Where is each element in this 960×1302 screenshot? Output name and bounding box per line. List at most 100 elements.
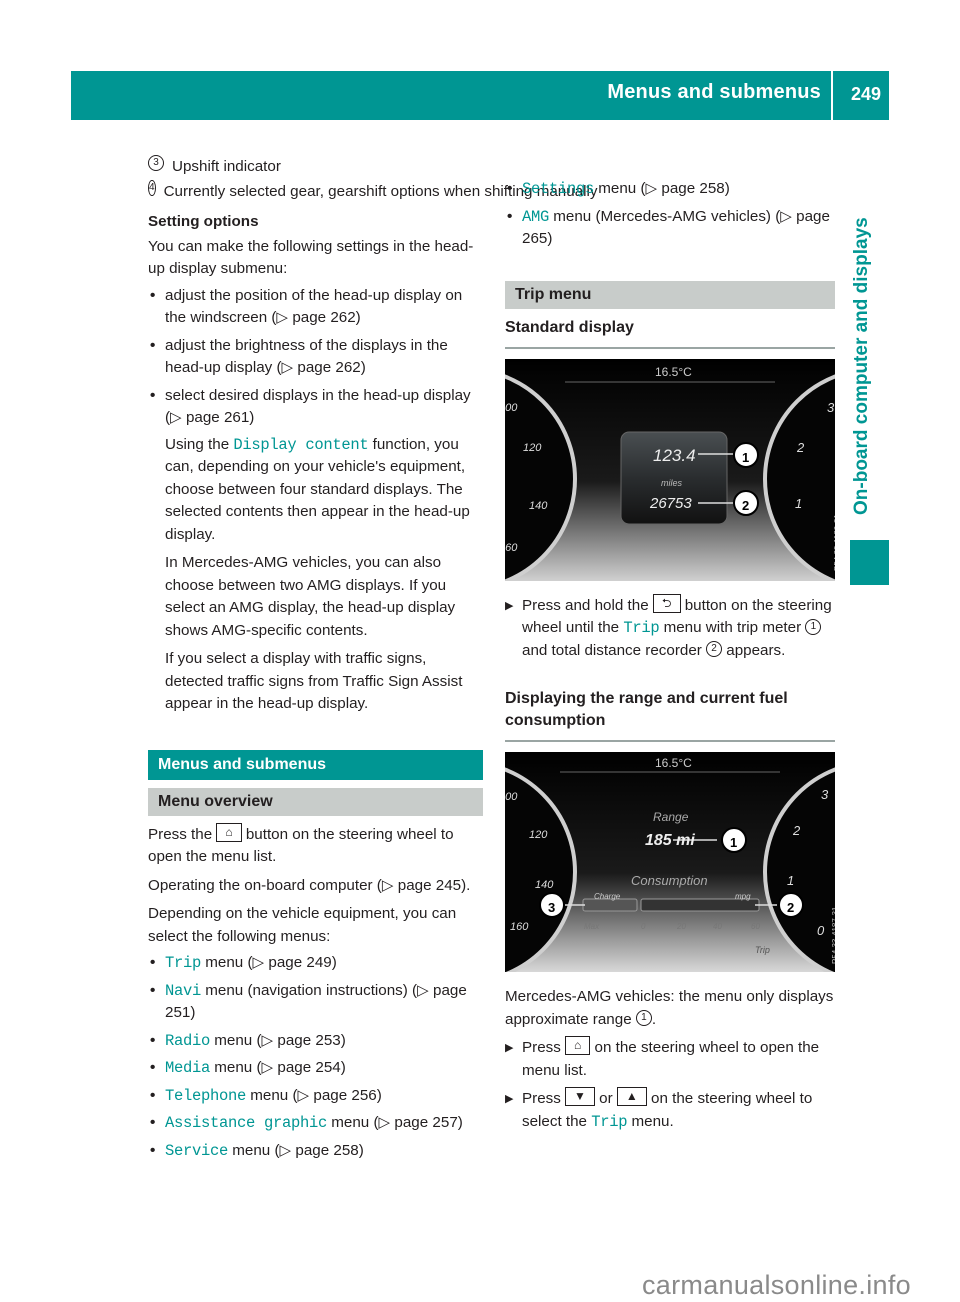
home-key-icon: ⌂ <box>216 822 242 842</box>
operating-link[interactable]: Operating the on-board computer (▷ page … <box>148 875 483 898</box>
callout-1-label: 1 <box>742 449 750 465</box>
side-tab-label: On-board computer and displays <box>851 217 872 515</box>
total-distance-value: 26753 <box>650 494 692 512</box>
callout-2-label: 2 <box>742 497 750 513</box>
text: or <box>594 1090 617 1107</box>
menu-name-radio[interactable]: Radio <box>165 1032 210 1050</box>
down-arrow-key-icon: ▼ <box>565 1087 595 1107</box>
step-press-back: Press and hold the ⮌ button on the steer… <box>505 593 835 663</box>
text: menu with trip meter <box>659 619 806 636</box>
list-item: adjust the brightness of the displays in… <box>148 335 483 380</box>
menu-list-item: Service menu (▷ page 258) <box>148 1140 483 1163</box>
up-arrow-key-icon: ▲ <box>616 1087 647 1107</box>
trip-link[interactable]: Trip <box>623 619 659 637</box>
callout-3-label: 3 <box>548 900 556 915</box>
header-section-title: Menus and submenus <box>607 81 821 103</box>
menu-name-service[interactable]: Service <box>165 1142 228 1160</box>
list-item: adjust the position of the head-up displ… <box>148 285 483 330</box>
setting-options-heading: Setting options <box>148 213 259 230</box>
callout-item: 3 Upshift indicator <box>148 155 483 179</box>
menu-name-telephone[interactable]: Telephone <box>165 1087 246 1105</box>
consumption-label: Consumption <box>631 873 708 888</box>
menu-list-item: Radio menu (▷ page 253) <box>148 1030 483 1053</box>
unit-label: miles <box>661 477 683 488</box>
gauge-label: 120 <box>529 829 548 841</box>
standard-display-heading: Standard display <box>505 317 835 349</box>
amg-range-note: Mercedes-AMG vehicles: the menu only dis… <box>505 986 835 1031</box>
trip-link[interactable]: Trip <box>591 1113 627 1131</box>
text: menu (▷ page 258) <box>594 180 730 197</box>
menu-list-item: Settings menu (▷ page 258) <box>505 178 835 201</box>
subsection-title-trip-menu: Trip menu <box>505 280 835 309</box>
charge-label: Charge <box>594 892 621 901</box>
temperature-readout: 16.5°C <box>655 756 692 770</box>
scale-label: 20 <box>677 922 686 931</box>
gauge-label: 3 <box>827 399 835 415</box>
range-label: Range <box>653 810 689 824</box>
callout-number: 3 <box>148 155 164 171</box>
menu-name-trip[interactable]: Trip <box>165 954 201 972</box>
mpg-label: mpg <box>735 892 751 901</box>
gauge-label: 100 <box>505 791 518 803</box>
callout-number: 4 <box>148 179 156 196</box>
text: . <box>651 1010 657 1028</box>
callout-1-label: 1 <box>730 835 738 850</box>
text: menu (▷ page 257) <box>327 1114 463 1131</box>
step-press-arrows: Press ▼ or ▲ on the steering wheel to se… <box>505 1087 835 1133</box>
back-key-icon: ⮌ <box>652 593 681 613</box>
watermark[interactable]: carmanualsonline.info <box>642 1270 911 1301</box>
temperature-readout: 16.5°C <box>655 364 692 379</box>
callout-number: 1 <box>805 618 822 635</box>
gauge-label: 0 <box>817 923 825 938</box>
callout-number: 1 <box>635 1010 652 1027</box>
menu-name-assistance-graphic[interactable]: Assistance graphic <box>165 1114 327 1132</box>
display-content-link[interactable]: Display content <box>233 436 368 454</box>
standard-display-image: 16.5°C 100 120 140 160 3 2 1 123.4 miles… <box>505 358 835 581</box>
menu-list-item: Navi menu (navigation instructions) (▷ p… <box>148 980 483 1025</box>
text: menu (▷ page 258) <box>228 1141 364 1159</box>
menu-list-item: Telephone menu (▷ page 256) <box>148 1085 483 1108</box>
text: Mercedes-AMG vehicles: the menu only dis… <box>505 988 834 1028</box>
press-home-paragraph: Press the ⌂ button on the steering wheel… <box>148 822 483 869</box>
text: Press <box>522 1090 566 1107</box>
scale-label: Max <box>584 922 600 931</box>
callout-text: Upshift indicator <box>172 158 281 175</box>
gauge-label: 100 <box>505 401 518 414</box>
scale-label: 0 <box>641 922 646 931</box>
trip-meter-value: 123.4 <box>653 445 696 465</box>
menu-name-amg[interactable]: AMG <box>522 208 549 226</box>
image-reference: P54.33-4187-31 <box>831 906 835 964</box>
gauge-label: 1 <box>787 873 795 888</box>
range-consumption-image: 16.5°C 100 120 140 160 3 2 1 0 Range 185… <box>505 752 835 972</box>
menu-name-settings[interactable]: Settings <box>522 180 594 198</box>
list-item: select desired displays in the head-up d… <box>148 385 483 430</box>
callout-item: 4 Currently selected gear, gearshift opt… <box>148 179 598 204</box>
menu-list-item: Trip menu (▷ page 249) <box>148 952 483 975</box>
gauge-label: 120 <box>523 441 542 454</box>
image-reference: P54.32-1189-31 <box>833 513 835 571</box>
menu-list-item: Assistance graphic menu (▷ page 257) <box>148 1112 483 1135</box>
text: Press and hold the <box>522 596 653 614</box>
scale-label: 40 <box>713 922 722 931</box>
text: menu (navigation instructions) (▷ page 2… <box>165 981 467 1022</box>
subsection-title-menu-overview: Menu overview <box>148 787 483 816</box>
text: menu. <box>627 1112 674 1130</box>
text: menu (Mercedes-AMG vehicles) (▷ page 265… <box>522 207 830 248</box>
gauge-label: 3 <box>821 787 829 802</box>
side-tab-marker <box>850 540 889 585</box>
home-key-icon: ⌂ <box>565 1036 591 1056</box>
text: Using the <box>165 435 234 453</box>
text: Press <box>522 1039 566 1056</box>
menu-name-media[interactable]: Media <box>165 1059 210 1077</box>
page-header: Menus and submenus 249 <box>71 71 889 120</box>
traffic-note: If you select a display with traffic sig… <box>165 650 463 712</box>
gauge-label: 160 <box>505 541 518 554</box>
text: menu (▷ page 256) <box>246 1086 382 1104</box>
depending-paragraph: Depending on the vehicle equipment, you … <box>148 905 457 945</box>
menu-name-navi[interactable]: Navi <box>165 982 201 1000</box>
text: menu (▷ page 253) <box>210 1031 346 1049</box>
menu-list: Trip menu (▷ page 249) Navi menu (naviga… <box>148 952 483 1162</box>
step-press-home: Press ⌂ on the steering wheel to open th… <box>505 1036 835 1082</box>
header-divider <box>831 71 833 120</box>
right-column: Settings menu (▷ page 258) AMG menu (Mer… <box>505 156 835 1139</box>
